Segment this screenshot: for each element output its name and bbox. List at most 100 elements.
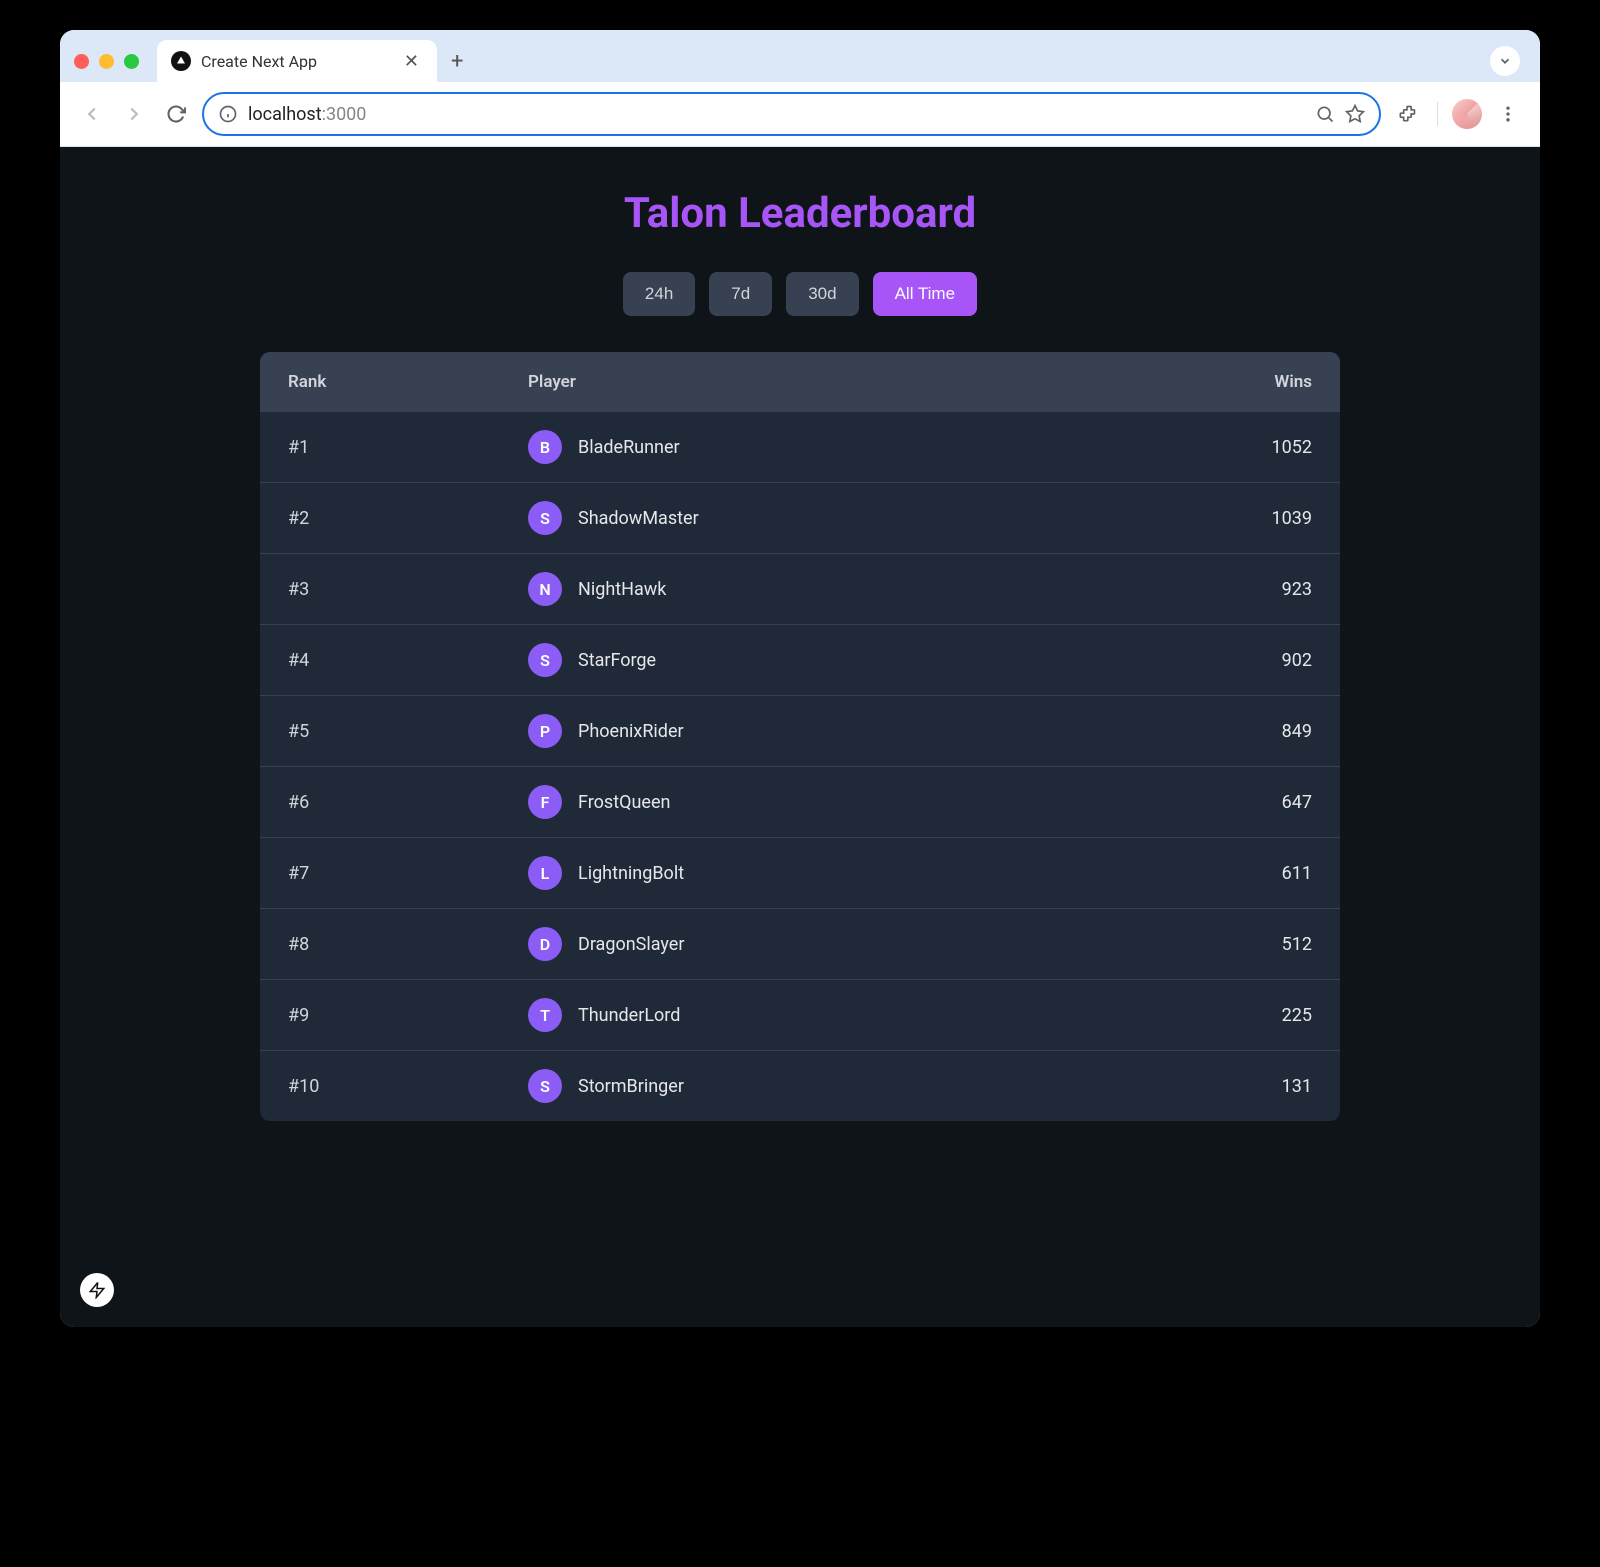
player-cell: P PhoenixRider: [528, 714, 1212, 748]
minimize-window-button[interactable]: [99, 54, 114, 69]
table-row[interactable]: #10S StormBringer 131: [260, 1051, 1340, 1121]
wins-cell: 512: [1212, 934, 1312, 955]
player-name: LightningBolt: [578, 863, 684, 884]
extensions-icon[interactable]: [1391, 98, 1423, 130]
dev-indicator-icon[interactable]: [80, 1273, 114, 1307]
rank-cell: #4: [288, 650, 528, 671]
time-filter-30d[interactable]: 30d: [786, 272, 858, 316]
rank-cell: #6: [288, 792, 528, 813]
player-name: NightHawk: [578, 579, 666, 600]
reload-button[interactable]: [160, 98, 192, 130]
wins-cell: 611: [1212, 863, 1312, 884]
rank-cell: #8: [288, 934, 528, 955]
player-cell: F FrostQueen: [528, 785, 1212, 819]
player-name: PhoenixRider: [578, 721, 684, 742]
time-filter-row: 24h 7d 30d All Time: [84, 272, 1516, 316]
separator: [1437, 102, 1438, 126]
player-avatar: D: [528, 927, 562, 961]
wins-cell: 1052: [1212, 437, 1312, 458]
browser-tab[interactable]: Create Next App ✕: [157, 40, 437, 82]
player-avatar: P: [528, 714, 562, 748]
player-avatar: L: [528, 856, 562, 890]
player-cell: L LightningBolt: [528, 856, 1212, 890]
table-row[interactable]: #9T ThunderLord 225: [260, 980, 1340, 1051]
player-cell: S StarForge: [528, 643, 1212, 677]
col-header-player: Player: [528, 372, 1212, 392]
player-cell: T ThunderLord: [528, 998, 1212, 1032]
player-name: DragonSlayer: [578, 934, 684, 955]
time-filter-24h[interactable]: 24h: [623, 272, 695, 316]
player-cell: D DragonSlayer: [528, 927, 1212, 961]
url-host: localhost: [248, 104, 322, 125]
back-button[interactable]: [76, 98, 108, 130]
table-row[interactable]: #8D DragonSlayer 512: [260, 909, 1340, 980]
player-cell: B BladeRunner: [528, 430, 1212, 464]
rank-cell: #1: [288, 437, 528, 458]
menu-icon[interactable]: [1492, 98, 1524, 130]
rank-cell: #9: [288, 1005, 528, 1026]
tab-favicon-icon: [171, 51, 191, 71]
player-avatar: S: [528, 643, 562, 677]
wins-cell: 131: [1212, 1076, 1312, 1097]
rank-cell: #10: [288, 1076, 528, 1097]
player-avatar: N: [528, 572, 562, 606]
player-avatar: S: [528, 1069, 562, 1103]
wins-cell: 1039: [1212, 508, 1312, 529]
page-viewport: Talon Leaderboard 24h 7d 30d All Time Rank …: [60, 147, 1540, 1327]
col-header-rank: Rank: [288, 372, 528, 392]
tab-overflow-button[interactable]: [1490, 46, 1520, 76]
table-row[interactable]: #5P PhoenixRider 849: [260, 696, 1340, 767]
col-header-wins: Wins: [1212, 372, 1312, 392]
player-name: StormBringer: [578, 1076, 684, 1097]
search-icon[interactable]: [1315, 104, 1335, 124]
wins-cell: 923: [1212, 579, 1312, 600]
maximize-window-button[interactable]: [124, 54, 139, 69]
player-avatar: F: [528, 785, 562, 819]
player-avatar: S: [528, 501, 562, 535]
address-bar[interactable]: localhost:3000: [202, 92, 1381, 136]
site-info-icon[interactable]: [218, 104, 238, 124]
player-cell: S ShadowMaster: [528, 501, 1212, 535]
url-text: localhost:3000: [248, 104, 1305, 125]
rank-cell: #5: [288, 721, 528, 742]
table-row[interactable]: #1B BladeRunner 1052: [260, 412, 1340, 483]
close-tab-button[interactable]: ✕: [400, 51, 423, 72]
url-path: :3000: [322, 104, 367, 125]
table-row[interactable]: #4S StarForge 902: [260, 625, 1340, 696]
rank-cell: #3: [288, 579, 528, 600]
player-name: ShadowMaster: [578, 508, 699, 529]
tab-title: Create Next App: [201, 52, 390, 71]
new-tab-button[interactable]: +: [437, 49, 477, 74]
rank-cell: #2: [288, 508, 528, 529]
player-name: ThunderLord: [578, 1005, 680, 1026]
table-row[interactable]: #6F FrostQueen 647: [260, 767, 1340, 838]
bookmark-icon[interactable]: [1345, 104, 1365, 124]
time-filter-all-time[interactable]: All Time: [873, 272, 977, 316]
browser-window: Create Next App ✕ + localhost:3000: [60, 30, 1540, 1327]
rank-cell: #7: [288, 863, 528, 884]
table-row[interactable]: #2S ShadowMaster 1039: [260, 483, 1340, 554]
tab-strip: Create Next App ✕ +: [60, 30, 1540, 82]
window-controls: [74, 54, 139, 69]
time-filter-7d[interactable]: 7d: [709, 272, 772, 316]
close-window-button[interactable]: [74, 54, 89, 69]
profile-avatar[interactable]: [1452, 99, 1482, 129]
wins-cell: 902: [1212, 650, 1312, 671]
page-title: Talon Leaderboard: [84, 189, 1516, 238]
wins-cell: 849: [1212, 721, 1312, 742]
leaderboard-table: Rank Player Wins #1BBladeRunner1052#2SSh…: [260, 352, 1340, 1121]
wins-cell: 225: [1212, 1005, 1312, 1026]
player-cell: N NightHawk: [528, 572, 1212, 606]
table-row[interactable]: #7L LightningBolt 611: [260, 838, 1340, 909]
player-avatar: T: [528, 998, 562, 1032]
player-avatar: B: [528, 430, 562, 464]
player-name: FrostQueen: [578, 792, 670, 813]
player-name: StarForge: [578, 650, 656, 671]
forward-button[interactable]: [118, 98, 150, 130]
wins-cell: 647: [1212, 792, 1312, 813]
table-row[interactable]: #3N NightHawk 923: [260, 554, 1340, 625]
player-cell: S StormBringer: [528, 1069, 1212, 1103]
browser-toolbar: localhost:3000: [60, 82, 1540, 147]
player-name: BladeRunner: [578, 437, 680, 458]
table-header: Rank Player Wins: [260, 352, 1340, 412]
